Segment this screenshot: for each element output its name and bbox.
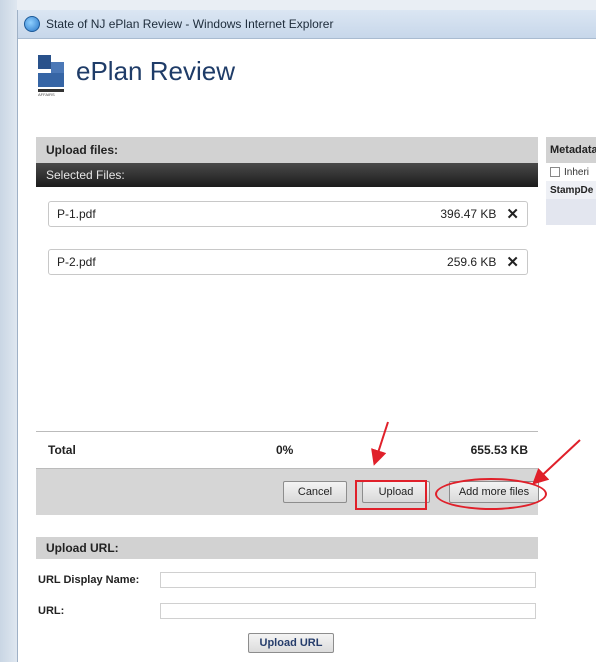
metadata-heading: Metadata (546, 137, 596, 163)
app-brand: ePlan Review (76, 56, 235, 86)
url-display-name-input[interactable] (160, 572, 536, 588)
stamp-column-header: StampDe (546, 181, 596, 199)
url-display-name-row: URL Display Name: (36, 569, 538, 591)
file-size: 396.47 KB (440, 207, 497, 221)
window-titlebar: State of NJ ePlan Review - Windows Inter… (18, 10, 596, 39)
file-size: 259.6 KB (447, 255, 497, 269)
url-input[interactable] (160, 603, 536, 619)
browser-window: State of NJ ePlan Review - Windows Inter… (17, 10, 596, 662)
inherit-label: Inheri (564, 166, 590, 178)
upload-url-panel: Upload URL: URL Display Name: URL: Uploa… (36, 537, 538, 657)
file-name: P-1.pdf (57, 207, 96, 221)
upload-url-heading: Upload URL: (36, 537, 538, 559)
metadata-panel: Metadata Inheri StampDe (546, 137, 596, 277)
desktop-edge (0, 0, 17, 662)
upload-files-heading: Upload files: (36, 137, 538, 163)
dca-logo: AFFAIRS (38, 55, 64, 97)
ie-icon (24, 16, 40, 32)
metadata-content (546, 199, 596, 225)
file-row: P-1.pdf 396.47 KB ✕ (48, 201, 528, 227)
cancel-button[interactable]: Cancel (283, 481, 347, 503)
logo-caption: AFFAIRS (38, 92, 55, 97)
total-percent: 0% (276, 443, 294, 457)
upload-files-panel: Upload files: Selected Files: P-1.pdf 39… (36, 137, 547, 515)
window-title: State of NJ ePlan Review - Windows Inter… (46, 17, 334, 31)
url-label: URL: (38, 605, 65, 617)
inherit-option[interactable]: Inheri (546, 163, 596, 181)
total-size: 655.53 KB (470, 443, 528, 457)
url-display-name-label: URL Display Name: (38, 574, 140, 586)
selected-files-bar: Selected Files: (36, 163, 538, 187)
upload-highlight-box (355, 480, 427, 510)
upload-url-button[interactable]: Upload URL (248, 633, 334, 653)
total-row: Total 0% 655.53 KB (36, 431, 538, 469)
inherit-checkbox[interactable] (550, 167, 560, 177)
file-row: P-2.pdf 259.6 KB ✕ (48, 249, 528, 275)
total-label: Total (48, 443, 76, 457)
file-list: P-1.pdf 396.47 KB ✕ P-2.pdf 259.6 KB ✕ (36, 187, 538, 433)
file-name: P-2.pdf (57, 255, 96, 269)
remove-file-icon[interactable]: ✕ (506, 253, 519, 271)
url-row: URL: (36, 600, 538, 622)
add-files-highlight-oval (435, 478, 547, 510)
remove-file-icon[interactable]: ✕ (506, 205, 519, 223)
